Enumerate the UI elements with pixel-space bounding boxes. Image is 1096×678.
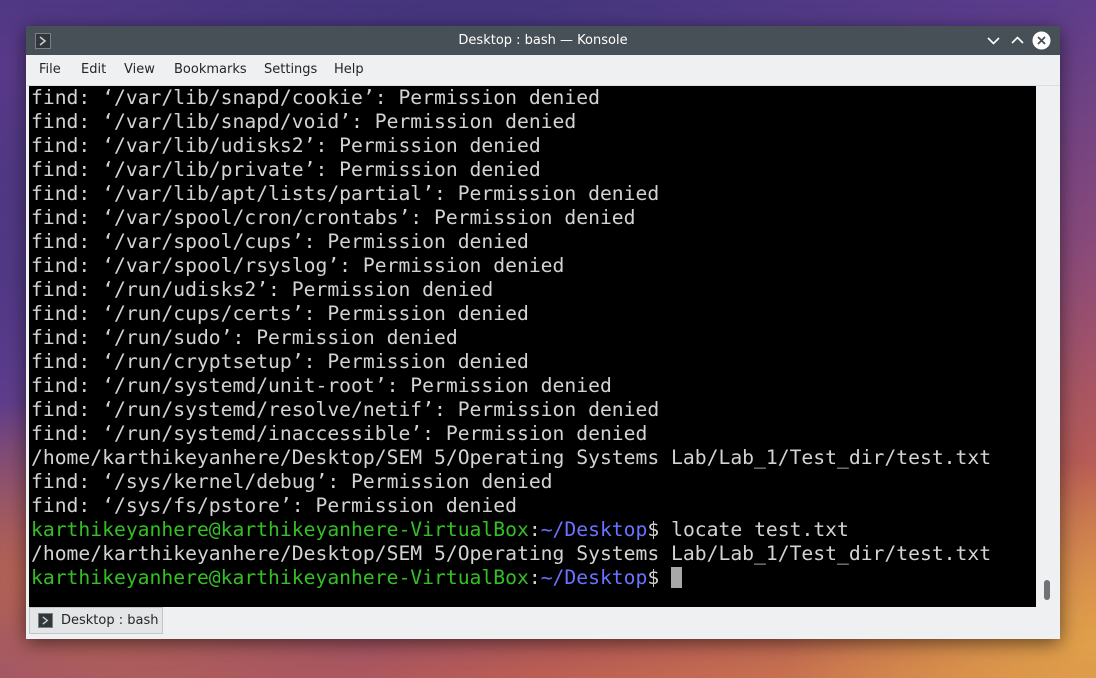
terminal-line: find: ‘/run/systemd/resolve/netif’: Perm…	[31, 398, 660, 421]
menu-settings[interactable]: Settings	[264, 62, 317, 77]
tab-bar: Desktop : bash	[26, 607, 1060, 639]
tab-label: Desktop : bash	[61, 613, 159, 628]
terminal-line: find: ‘/var/lib/udisks2’: Permission den…	[31, 134, 541, 157]
text-cursor	[671, 567, 683, 588]
prompt-path: ~/Desktop	[540, 518, 648, 541]
maximize-icon[interactable]	[1008, 31, 1027, 50]
terminal-line: find: ‘/var/lib/apt/lists/partial’: Perm…	[31, 182, 660, 205]
prompt-symbol: $	[647, 566, 672, 589]
menu-edit[interactable]: Edit	[81, 62, 106, 77]
title-bar[interactable]: Desktop : bash — Konsole	[26, 26, 1060, 55]
active-prompt-line[interactable]: karthikeyanhere@karthikeyanhere-VirtualB…	[31, 566, 683, 590]
menu-view[interactable]: View	[124, 62, 155, 77]
terminal-line: find: ‘/var/lib/snapd/cookie’: Permissio…	[31, 86, 600, 109]
window-title: Desktop : bash — Konsole	[458, 33, 628, 48]
prompt-user: karthikeyanhere@karthikeyanhere-VirtualB…	[31, 566, 529, 589]
terminal-line: find: ‘/run/systemd/unit-root’: Permissi…	[31, 374, 612, 397]
terminal-line: find: ‘/run/sudo’: Permission denied	[31, 326, 458, 349]
terminal-line: find: ‘/var/lib/private’: Permission den…	[31, 158, 541, 181]
terminal-line: find: ‘/var/spool/rsyslog’: Permission d…	[31, 254, 565, 277]
terminal-line: find: ‘/sys/kernel/debug’: Permission de…	[31, 470, 553, 493]
prompt-separator: :	[528, 566, 541, 589]
menu-file[interactable]: File	[39, 62, 61, 77]
prompt-separator: :	[528, 518, 541, 541]
terminal-line: find: ‘/run/cups/certs’: Permission deni…	[31, 302, 529, 325]
close-icon[interactable]	[1032, 31, 1051, 50]
terminal-line: find: ‘/run/cryptsetup’: Permission deni…	[31, 350, 529, 373]
terminal-icon	[38, 613, 53, 628]
terminal-line: /home/karthikeyanhere/Desktop/SEM 5/Oper…	[31, 446, 992, 469]
scrollbar[interactable]	[1036, 86, 1060, 607]
prompt-symbol: $	[647, 518, 672, 541]
tab-desktop-bash[interactable]: Desktop : bash	[29, 607, 163, 634]
prompt-user: karthikeyanhere@karthikeyanhere-VirtualB…	[31, 518, 529, 541]
command-output: /home/karthikeyanhere/Desktop/SEM 5/Oper…	[31, 542, 992, 565]
command-text: locate test.txt	[671, 518, 849, 541]
menu-bar: File Edit View Bookmarks Settings Help	[26, 55, 1060, 86]
scrollbar-thumb[interactable]	[1044, 580, 1050, 600]
terminal-line: find: ‘/run/systemd/inaccessible’: Permi…	[31, 422, 648, 445]
minimize-icon[interactable]	[984, 31, 1003, 50]
terminal-line: find: ‘/var/spool/cron/crontabs’: Permis…	[31, 206, 636, 229]
terminal-line: find: ‘/sys/fs/pstore’: Permission denie…	[31, 494, 517, 517]
prompt-path: ~/Desktop	[540, 566, 648, 589]
menu-bookmarks[interactable]: Bookmarks	[174, 62, 247, 77]
menu-help[interactable]: Help	[334, 62, 364, 77]
terminal-line: find: ‘/var/lib/snapd/void’: Permission …	[31, 110, 577, 133]
terminal-line: find: ‘/var/spool/cups’: Permission deni…	[31, 230, 529, 253]
terminal-line: find: ‘/run/udisks2’: Permission denied	[31, 278, 494, 301]
prompt-line: karthikeyanhere@karthikeyanhere-VirtualB…	[31, 518, 849, 542]
terminal-area[interactable]: find: ‘/var/lib/snapd/cookie’: Permissio…	[29, 86, 1036, 607]
konsole-window: Desktop : bash — Konsole File Edit View …	[26, 26, 1060, 639]
